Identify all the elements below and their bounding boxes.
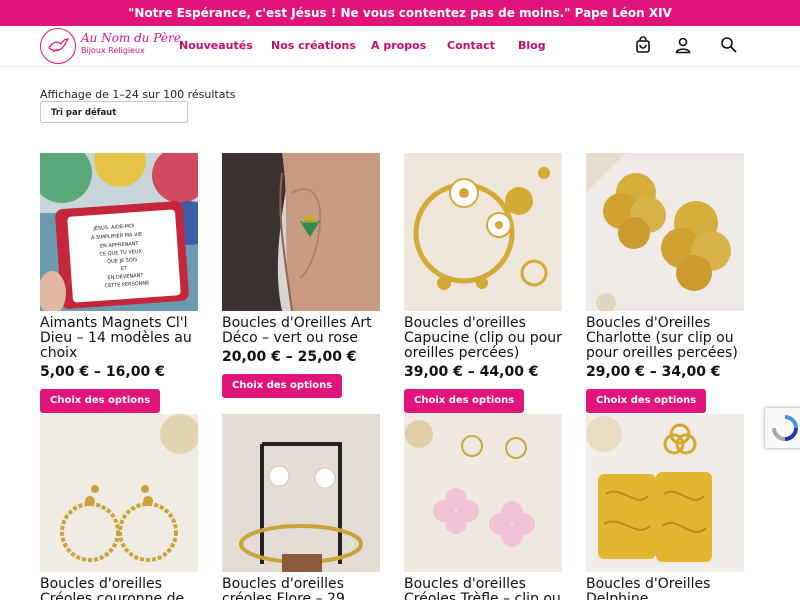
nav-a-propos[interactable]: A propos	[371, 39, 426, 52]
results-count: Affichage de 1–24 sur 100 résultats	[40, 88, 236, 101]
product-image[interactable]	[222, 414, 380, 572]
product-image[interactable]	[586, 414, 744, 572]
nav-blog[interactable]: Blog	[518, 39, 546, 52]
nav-nos-creations[interactable]: Nos créations	[271, 39, 356, 52]
choose-options-button[interactable]: Choix des options	[222, 374, 343, 398]
choose-options-button[interactable]: Choix des options	[404, 389, 525, 413]
product-image[interactable]	[40, 414, 198, 572]
product-price: 20,00 € – 25,00 €	[222, 349, 357, 365]
sort-select[interactable]: Tri par défaut	[40, 101, 188, 123]
brand-name[interactable]: Au Nom du Père	[81, 31, 181, 45]
cart-icon[interactable]	[634, 36, 652, 54]
account-icon[interactable]	[674, 36, 692, 54]
product-image[interactable]	[586, 153, 744, 311]
logo[interactable]	[40, 28, 76, 64]
product-price: 5,00 € – 16,00 €	[40, 364, 165, 380]
announcement-text: "Notre Espérance, c'est Jésus ! Ne vous …	[128, 6, 672, 20]
recaptcha-badge[interactable]	[764, 407, 800, 449]
nav-contact[interactable]: Contact	[447, 39, 495, 52]
choose-options-button[interactable]: Choix des options	[40, 389, 161, 413]
nav-nouveautes[interactable]: Nouveautés	[179, 39, 253, 52]
product-image[interactable]	[404, 153, 562, 311]
product-price: 29,00 € – 34,00 €	[586, 364, 721, 380]
product-image[interactable]	[222, 153, 380, 311]
brand-tagline: Bijoux Religieux	[81, 46, 145, 55]
choose-options-button[interactable]: Choix des options	[586, 389, 707, 413]
product-title[interactable]: Boucles d'oreilles créoles Flore – 29	[222, 577, 384, 600]
product-title[interactable]: Aimants Magnets Cl'l Dieu – 14 modèles a…	[40, 316, 202, 361]
product-image[interactable]: JÉSUS, AIDE-MOI À SIMPLIFIER MA VIE EN A…	[40, 153, 198, 311]
product-title[interactable]: Boucles d'Oreilles Charlotte (sur clip o…	[586, 316, 748, 361]
product-title[interactable]: Boucles d'oreilles Créoles Trèfle – clip…	[404, 577, 566, 600]
search-icon[interactable]	[720, 36, 738, 54]
product-image[interactable]	[404, 414, 562, 572]
product-title[interactable]: Boucles d'Oreilles Delphine	[586, 577, 748, 600]
product-title[interactable]: Boucles d'Oreilles Art Déco – vert ou ro…	[222, 316, 384, 346]
product-title[interactable]: Boucles d'oreilles Capucine (clip ou pou…	[404, 316, 566, 361]
recaptcha-icon	[772, 415, 798, 441]
product-price: 39,00 € – 44,00 €	[404, 364, 539, 380]
product-title[interactable]: Boucles d'oreilles Créoles couronne de	[40, 577, 202, 600]
dove-icon	[48, 38, 70, 53]
announcement-bar: "Notre Espérance, c'est Jésus ! Ne vous …	[0, 0, 800, 26]
